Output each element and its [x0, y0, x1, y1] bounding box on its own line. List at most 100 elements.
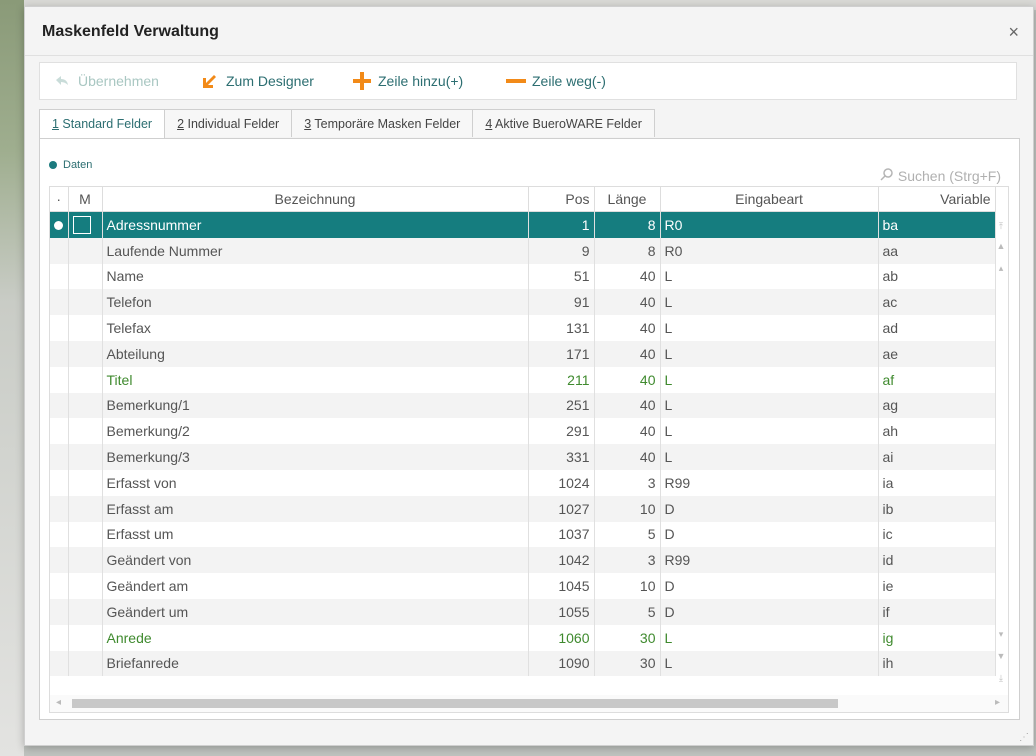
- cell-bezeichnung[interactable]: Anrede: [102, 624, 529, 651]
- cell-variable[interactable]: ba: [878, 211, 996, 238]
- cell-eingabeart[interactable]: L: [660, 624, 879, 651]
- row-marker-cell[interactable]: [68, 495, 103, 522]
- table-row[interactable]: Geändert um 1055 5 Dif: [50, 598, 996, 625]
- cell-laenge[interactable]: 10: [594, 495, 661, 522]
- cell-bezeichnung[interactable]: Geändert am: [102, 573, 529, 599]
- cell-laenge[interactable]: 30: [594, 624, 661, 651]
- cell-bezeichnung[interactable]: Adressnummer: [102, 211, 529, 238]
- cell-variable[interactable]: id: [878, 547, 996, 574]
- cell-pos[interactable]: 1045: [528, 573, 595, 599]
- vertical-scrollbar[interactable]: ⤒ ▲ ▴ ▾ ▼ ⤓: [994, 211, 1008, 683]
- cell-bezeichnung[interactable]: Bemerkung/1: [102, 392, 529, 419]
- cell-laenge[interactable]: 5: [594, 598, 661, 625]
- row-marker-cell[interactable]: [68, 469, 103, 496]
- row-indicator[interactable]: [50, 573, 69, 599]
- tab-temporaere-masken-felder[interactable]: 3 Temporäre Masken Felder: [291, 109, 474, 137]
- cell-eingabeart[interactable]: L: [660, 289, 879, 316]
- row-marker-cell[interactable]: [68, 598, 103, 625]
- cell-variable[interactable]: ad: [878, 315, 996, 341]
- cell-variable[interactable]: ah: [878, 418, 996, 445]
- row-indicator[interactable]: [50, 598, 69, 625]
- cell-variable[interactable]: af: [878, 366, 996, 393]
- cell-bezeichnung[interactable]: Erfasst um: [102, 521, 529, 548]
- table-row[interactable]: Telefax 131 40 Lad: [50, 315, 996, 341]
- cell-variable[interactable]: ih: [878, 650, 996, 677]
- cell-laenge[interactable]: 8: [594, 237, 661, 264]
- table-row[interactable]: Adressnummer 1 8 R0 ba: [50, 211, 996, 238]
- table-row[interactable]: Geändert am 1045 10 Die: [50, 573, 996, 599]
- scroll-right-icon[interactable]: ▸: [995, 697, 1000, 708]
- cell-eingabeart[interactable]: L: [660, 340, 879, 367]
- row-marker-cell[interactable]: [68, 650, 103, 677]
- table-row[interactable]: Laufende Nummer 9 8 R0 aa: [50, 237, 996, 264]
- cell-bezeichnung[interactable]: Telefon: [102, 289, 529, 316]
- horizontal-scrollbar[interactable]: ◂ ▸: [49, 695, 1009, 713]
- row-marker-cell[interactable]: [68, 366, 103, 393]
- cell-bezeichnung[interactable]: Briefanrede: [102, 650, 529, 677]
- row-indicator[interactable]: [50, 392, 69, 419]
- cell-bezeichnung[interactable]: Telefax: [102, 315, 529, 341]
- cell-bezeichnung[interactable]: Laufende Nummer: [102, 237, 529, 264]
- cell-laenge[interactable]: 30: [594, 650, 661, 677]
- cell-laenge[interactable]: 5: [594, 521, 661, 548]
- table-row[interactable]: Telefon 91 40 Lac: [50, 289, 996, 316]
- scroll-down-icon[interactable]: ▾: [995, 629, 1007, 639]
- cell-variable[interactable]: if: [878, 598, 996, 625]
- cell-pos[interactable]: 1055: [528, 598, 595, 625]
- cell-bezeichnung[interactable]: Erfasst am: [102, 495, 529, 522]
- cell-pos[interactable]: 91: [528, 289, 595, 316]
- cell-variable[interactable]: ac: [878, 289, 996, 316]
- table-row[interactable]: Geändert von 1042 3 R99 id: [50, 547, 996, 574]
- cell-pos[interactable]: 1: [528, 211, 595, 238]
- cell-laenge[interactable]: 40: [594, 392, 661, 419]
- column-header-pos[interactable]: Pos: [528, 187, 595, 212]
- cell-eingabeart[interactable]: R0: [660, 211, 879, 238]
- zeile-hinzu-button[interactable]: Zeile hinzu(+): [352, 71, 463, 91]
- cell-laenge[interactable]: 8: [594, 211, 661, 238]
- row-indicator[interactable]: [50, 469, 69, 496]
- close-icon[interactable]: ×: [1008, 23, 1019, 41]
- cell-laenge[interactable]: 40: [594, 418, 661, 445]
- table-row[interactable]: Titel 211 40 Laf: [50, 366, 996, 393]
- cell-pos[interactable]: 131: [528, 315, 595, 341]
- cell-bezeichnung[interactable]: Name: [102, 263, 529, 290]
- cell-laenge[interactable]: 10: [594, 573, 661, 599]
- row-marker-cell[interactable]: [68, 547, 103, 574]
- cell-eingabeart[interactable]: D: [660, 521, 879, 548]
- cell-pos[interactable]: 291: [528, 418, 595, 445]
- row-indicator[interactable]: [50, 521, 69, 548]
- cell-eingabeart[interactable]: L: [660, 366, 879, 393]
- cell-eingabeart[interactable]: L: [660, 650, 879, 677]
- cell-eingabeart[interactable]: L: [660, 444, 879, 470]
- cell-pos[interactable]: 1090: [528, 650, 595, 677]
- row-marker-cell[interactable]: [68, 340, 103, 367]
- cell-bezeichnung[interactable]: Titel: [102, 366, 529, 393]
- cell-variable[interactable]: ie: [878, 573, 996, 599]
- cell-bezeichnung[interactable]: Erfasst von: [102, 469, 529, 496]
- cell-laenge[interactable]: 40: [594, 289, 661, 316]
- cell-pos[interactable]: 51: [528, 263, 595, 290]
- zum-designer-button[interactable]: Zum Designer: [200, 71, 314, 91]
- cell-eingabeart[interactable]: L: [660, 315, 879, 341]
- cell-laenge[interactable]: 40: [594, 366, 661, 393]
- cell-laenge[interactable]: 40: [594, 444, 661, 470]
- table-row[interactable]: Bemerkung/1 251 40 Lag: [50, 392, 996, 419]
- cell-laenge[interactable]: 40: [594, 263, 661, 290]
- cell-laenge[interactable]: 3: [594, 547, 661, 574]
- scroll-left-icon[interactable]: ◂: [56, 697, 61, 708]
- table-row[interactable]: Briefanrede 1090 30 Lih: [50, 650, 996, 677]
- row-indicator[interactable]: [50, 237, 69, 264]
- cell-eingabeart[interactable]: D: [660, 495, 879, 522]
- cell-eingabeart[interactable]: D: [660, 598, 879, 625]
- zeile-weg-button[interactable]: Zeile weg(-): [506, 71, 606, 91]
- column-header-m[interactable]: M: [68, 187, 103, 212]
- scroll-page-up-icon[interactable]: ▲: [995, 241, 1007, 251]
- row-marker-cell[interactable]: [68, 211, 103, 238]
- scroll-top-icon[interactable]: ⤒: [995, 221, 1007, 231]
- table-row[interactable]: Erfasst um 1037 5 Dic: [50, 521, 996, 548]
- tab-individual-felder[interactable]: 2 Individual Felder: [164, 109, 293, 137]
- row-indicator[interactable]: [50, 340, 69, 367]
- row-marker-cell[interactable]: [68, 418, 103, 445]
- column-header-bezeichnung[interactable]: Bezeichnung: [102, 187, 529, 212]
- scroll-up-icon[interactable]: ▴: [995, 263, 1007, 273]
